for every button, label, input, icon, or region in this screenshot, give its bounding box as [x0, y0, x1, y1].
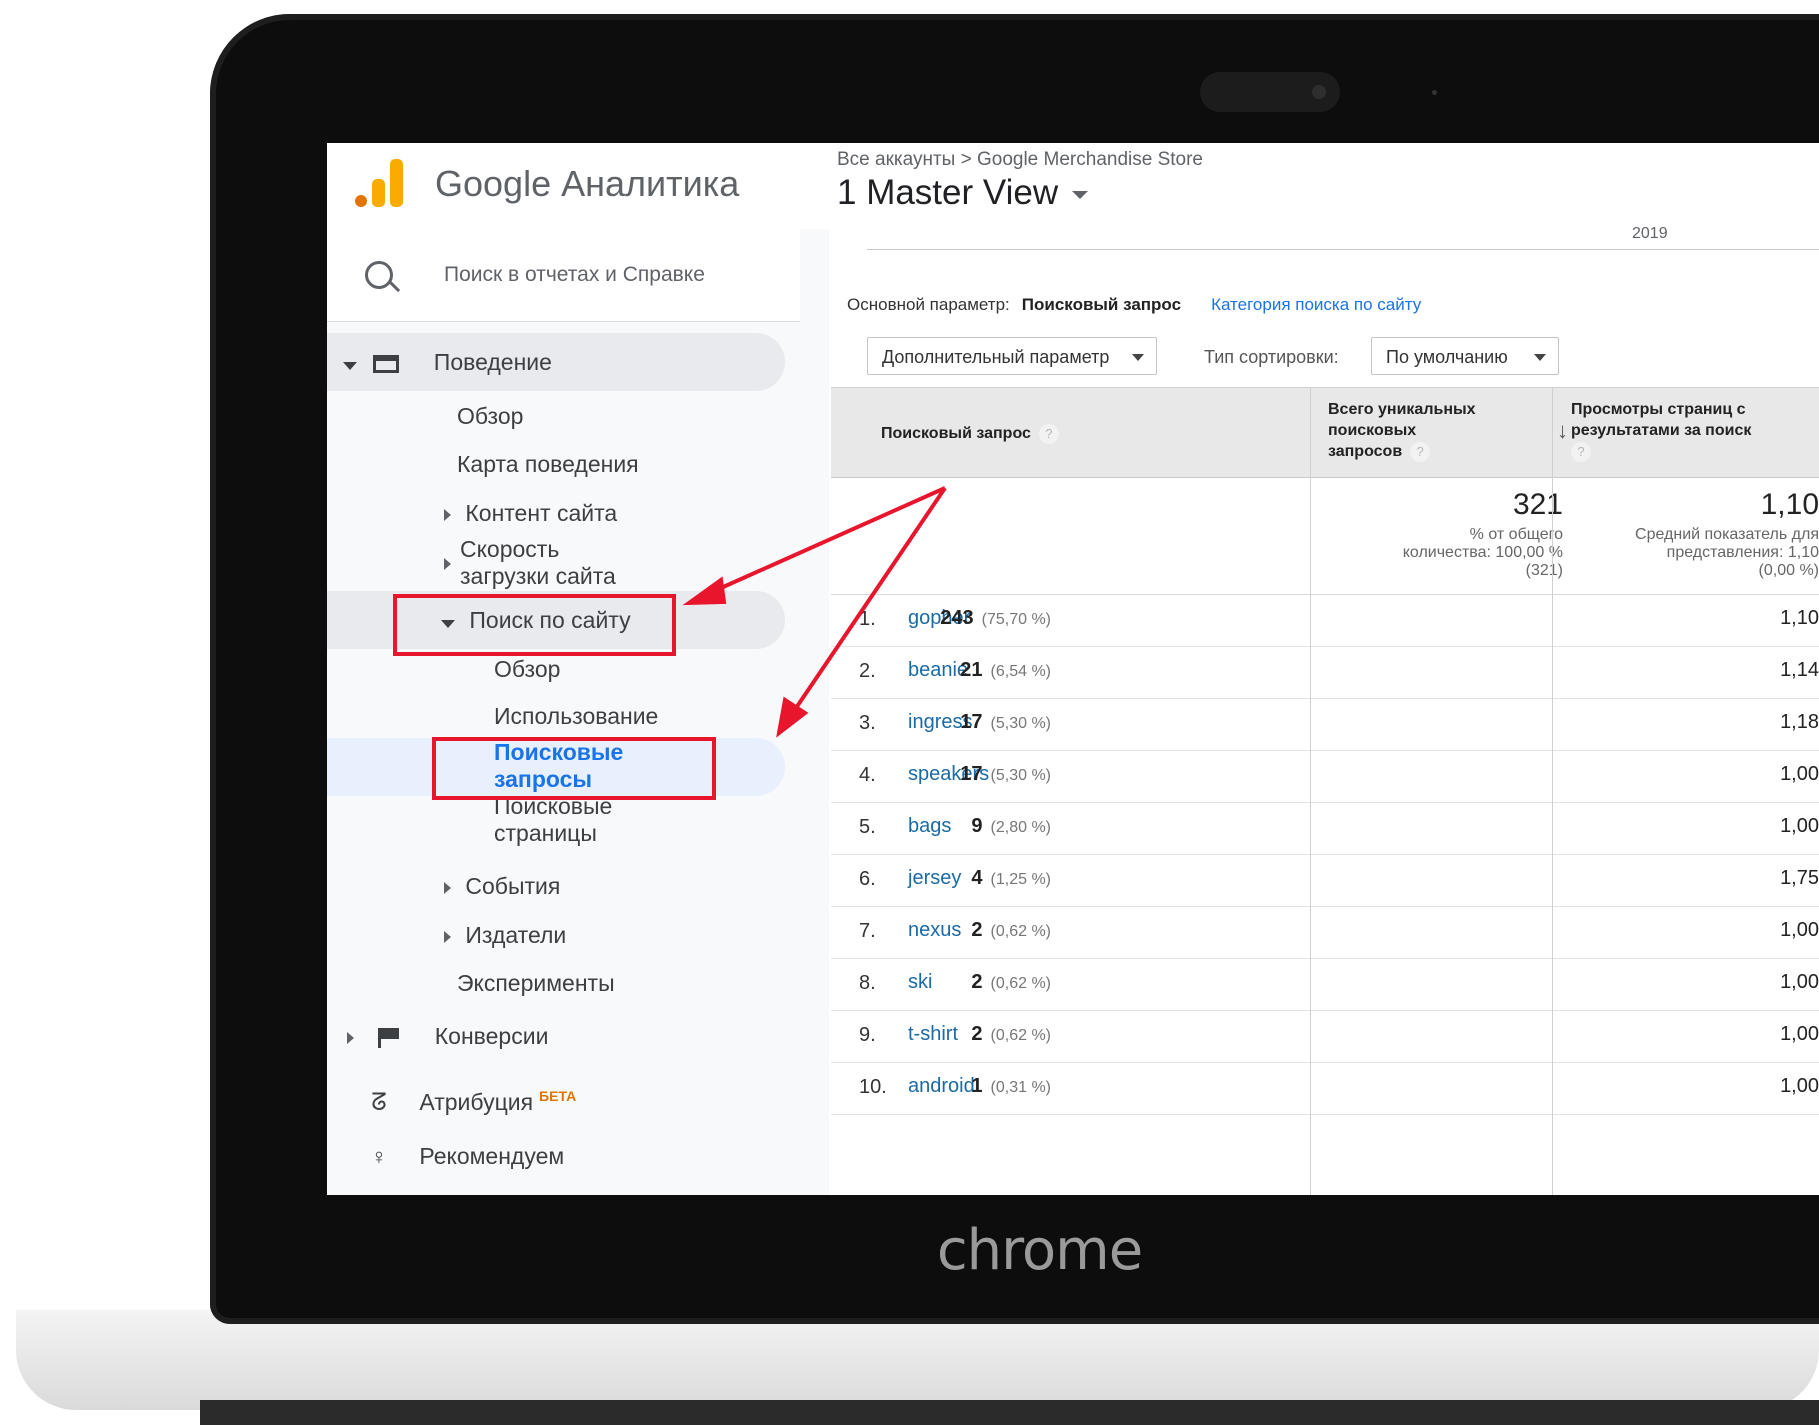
screen: Google Аналитика Поведение Обзор Карта п…	[327, 143, 1819, 1195]
annotation-arrows	[682, 486, 947, 738]
camera-lens	[1312, 85, 1326, 99]
arrowhead	[682, 576, 727, 606]
bezel-label: chrome	[936, 1218, 1143, 1283]
arrowhead	[776, 696, 809, 738]
camera-sensor	[1432, 90, 1437, 95]
laptop-base	[16, 1310, 1819, 1410]
laptop-base-shadow	[200, 1400, 1819, 1425]
